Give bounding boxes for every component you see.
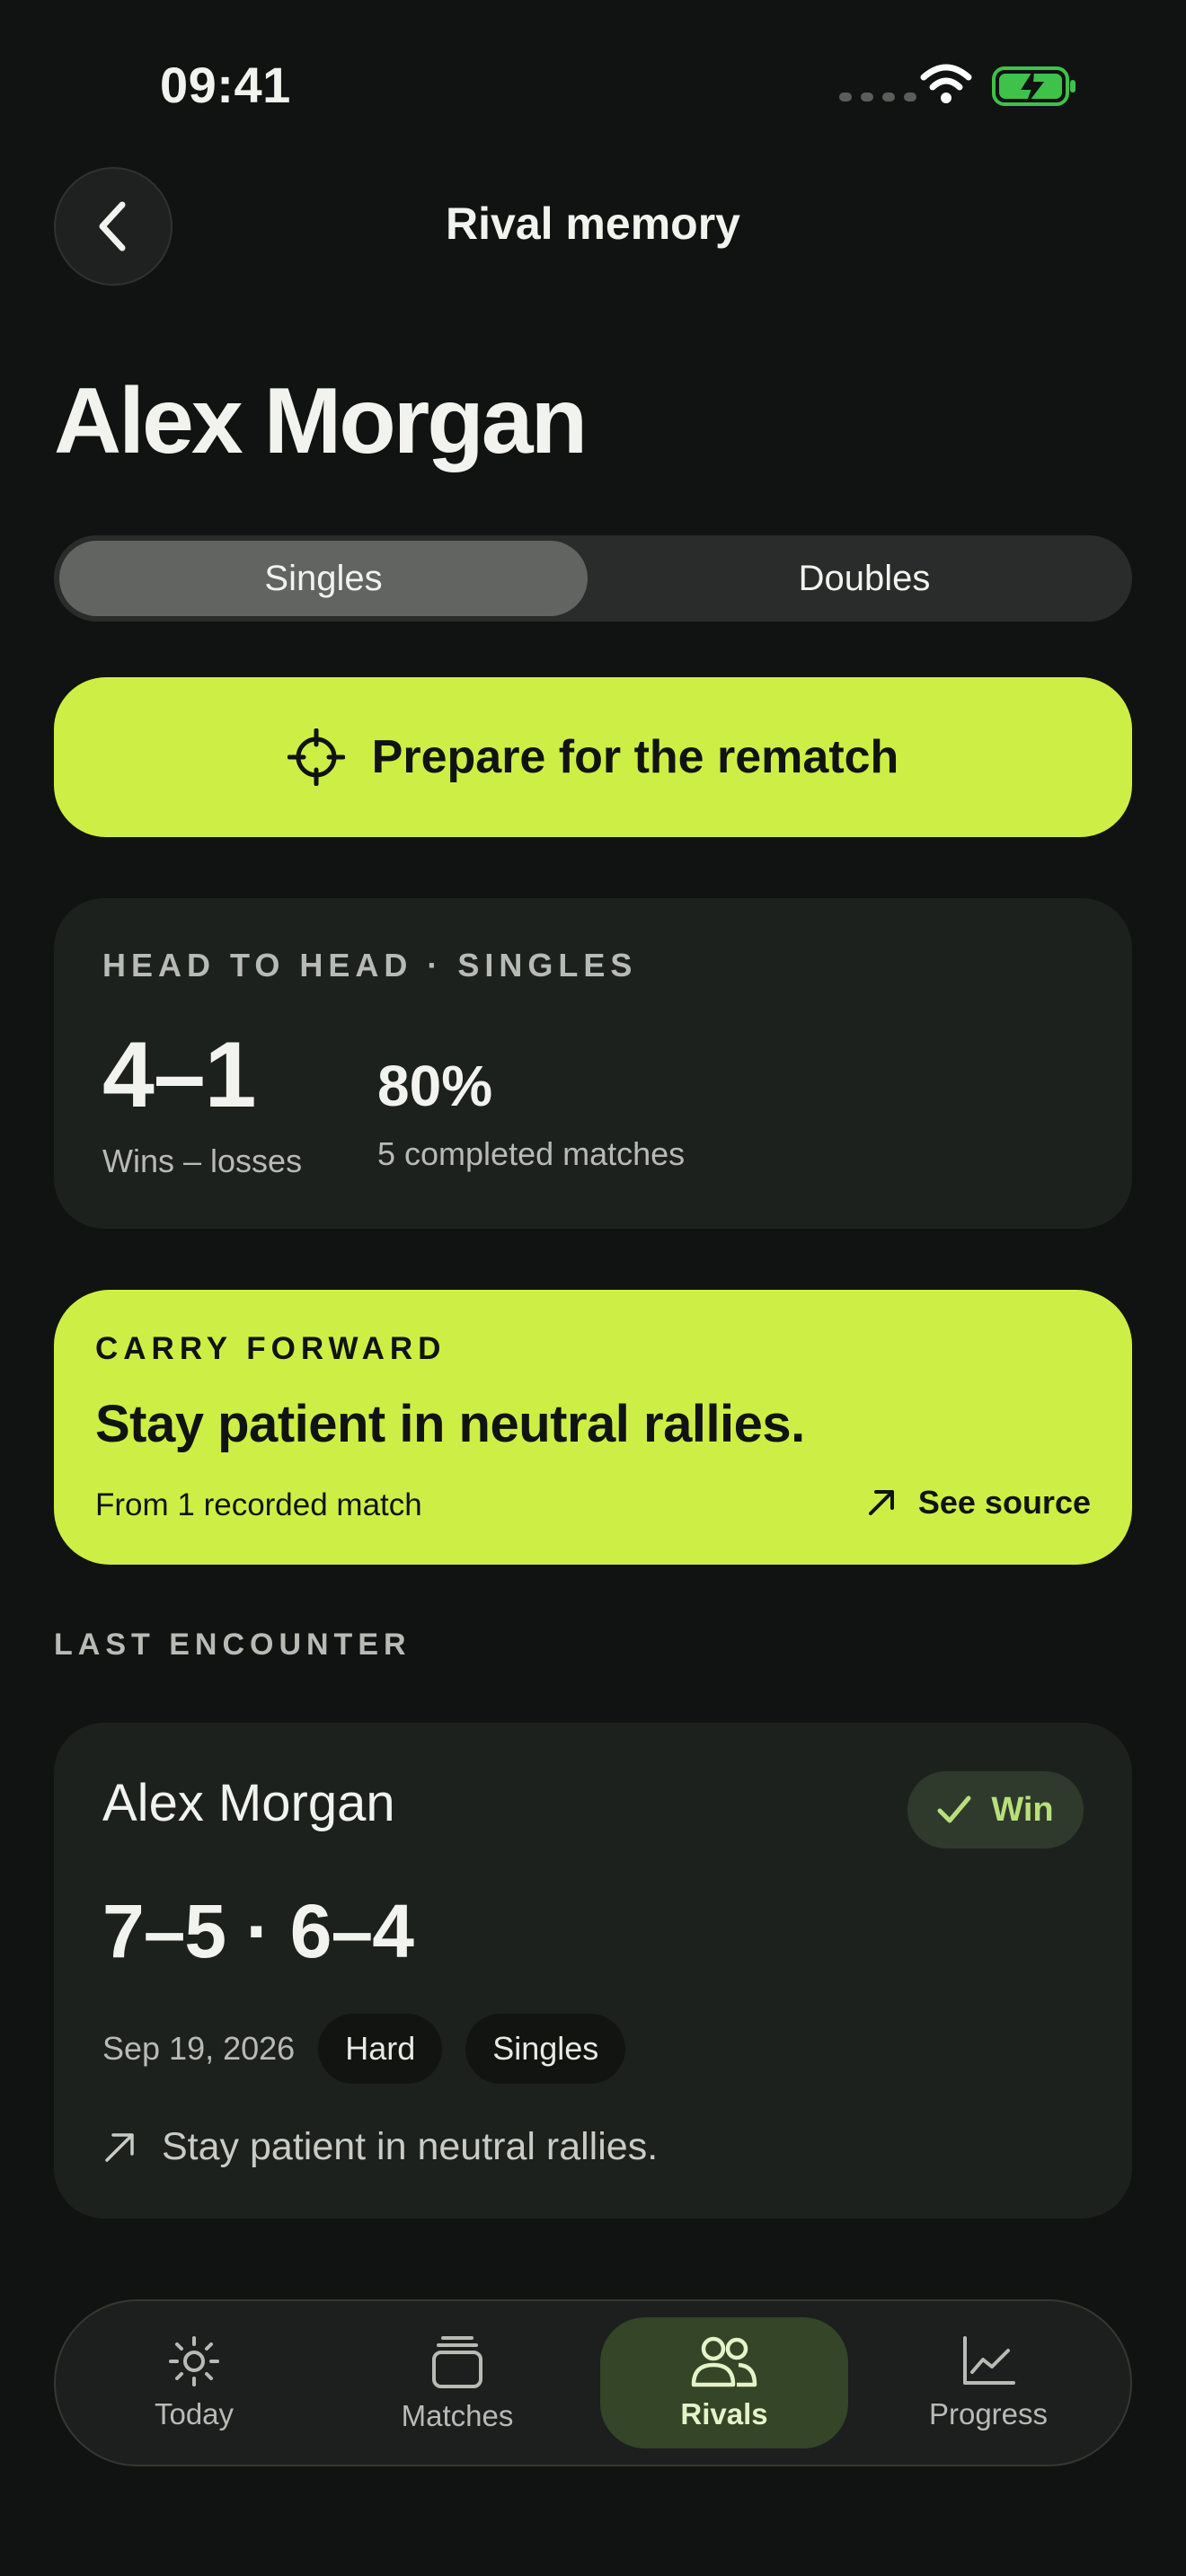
match-note: Stay patient in neutral rallies.	[102, 2125, 658, 2169]
carry-forward-card: CARRY FORWARD Stay patient in neutral ra…	[54, 1290, 1132, 1565]
format-chip: Singles	[465, 2014, 626, 2084]
last-encounter-card[interactable]: Alex Morgan Win 7–5 · 6–4 Sep 19, 2026 H…	[54, 1723, 1132, 2219]
segment-doubles[interactable]: Doubles	[604, 541, 1125, 616]
head-to-head-card: HEAD TO HEAD · SINGLES 4–1 Wins – losses…	[54, 898, 1132, 1229]
tab-matches[interactable]: Matches	[333, 2317, 581, 2448]
result-label: Win	[991, 1790, 1054, 1829]
see-source-label: See source	[917, 1484, 1091, 1521]
cellular-signal-icon	[839, 93, 916, 101]
tab-today-label: Today	[154, 2397, 235, 2430]
segment-singles[interactable]: Singles	[59, 541, 588, 616]
wifi-icon	[920, 64, 972, 103]
stack-icon	[432, 2336, 482, 2388]
tab-today[interactable]: Today	[70, 2317, 318, 2448]
carry-forward-eyebrow: CARRY FORWARD	[95, 1331, 447, 1366]
people-icon	[691, 2336, 757, 2387]
prepare-rematch-button[interactable]: Prepare for the rematch	[54, 677, 1132, 837]
tab-matches-label: Matches	[401, 2399, 514, 2432]
match-meta: Sep 19, 2026 Hard Singles	[102, 2014, 626, 2084]
see-source-link[interactable]: See source	[866, 1484, 1091, 1522]
tab-rivals[interactable]: Rivals	[600, 2317, 848, 2448]
carry-forward-source: From 1 recorded match	[95, 1487, 422, 1522]
match-score: 7–5 · 6–4	[102, 1889, 414, 1973]
tab-progress-label: Progress	[928, 2397, 1049, 2430]
tab-progress[interactable]: Progress	[864, 2317, 1112, 2448]
carry-forward-title: Stay patient in neutral rallies.	[95, 1395, 805, 1453]
battery-charging-icon	[992, 66, 1075, 106]
match-date: Sep 19, 2026	[102, 2030, 296, 2067]
arrow-up-right-icon	[105, 2132, 134, 2162]
checkmark-icon	[937, 1795, 971, 1823]
head-to-head-record: 4–1	[102, 1023, 257, 1127]
rival-name: Alex Morgan	[54, 369, 588, 473]
surface-chip: Hard	[318, 2014, 443, 2084]
status-time: 09:41	[160, 57, 291, 113]
result-badge: Win	[907, 1771, 1084, 1848]
last-encounter-heading: LAST ENCOUNTER	[54, 1628, 412, 1662]
arrow-up-right-icon	[868, 1490, 894, 1515]
match-note-text: Stay patient in neutral rallies.	[162, 2125, 659, 2168]
tab-bar: Today Matches Rivals Progress	[54, 2299, 1132, 2466]
prepare-rematch-label: Prepare for the rematch	[371, 731, 899, 783]
head-to-head-eyebrow: HEAD TO HEAD · SINGLES	[102, 947, 638, 984]
chart-icon	[963, 2336, 1015, 2385]
head-to-head-record-label: Wins – losses	[102, 1142, 303, 1179]
crosshair-icon	[287, 728, 345, 786]
status-bar: 09:41	[0, 0, 1186, 171]
page-title: Rival memory	[446, 198, 740, 249]
win-percentage-label: 5 completed matches	[377, 1135, 686, 1172]
format-segmented-control: Singles Doubles	[54, 535, 1132, 622]
tab-rivals-label: Rivals	[680, 2397, 768, 2430]
win-percentage: 80%	[377, 1054, 493, 1118]
opponent-name: Alex Morgan	[102, 1774, 395, 1832]
sun-icon	[169, 2336, 219, 2386]
